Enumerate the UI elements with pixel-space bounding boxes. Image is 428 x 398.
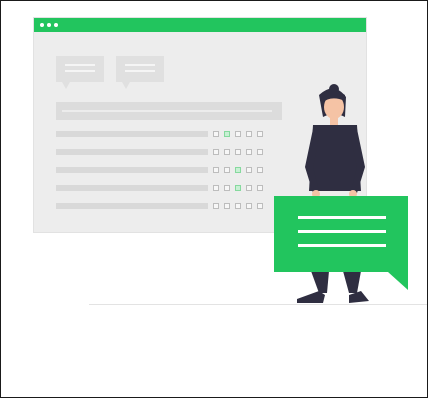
ground-line xyxy=(89,304,427,305)
form-row-line xyxy=(56,185,208,191)
checkbox-icon xyxy=(224,131,230,137)
checkbox-icon xyxy=(235,185,241,191)
checkbox-icon xyxy=(246,203,252,209)
window-dot-icon xyxy=(40,23,44,27)
speech-bubble-icon xyxy=(116,56,164,89)
checkbox-icon xyxy=(235,131,241,137)
checkbox-icon xyxy=(224,149,230,155)
checkbox-icon xyxy=(257,203,263,209)
checkbox-icon xyxy=(213,149,219,155)
checkbox-icon xyxy=(213,131,219,137)
checkbox-icon xyxy=(213,167,219,173)
checkbox-icon xyxy=(257,131,263,137)
checkbox-icon xyxy=(224,203,230,209)
checkbox-icon xyxy=(246,149,252,155)
form-row-line xyxy=(56,203,208,209)
speech-bubble-icon xyxy=(56,56,104,89)
checkbox-icon xyxy=(257,185,263,191)
window-dot-icon xyxy=(54,23,58,27)
checkbox-icon xyxy=(235,167,241,173)
checkbox-icon xyxy=(257,149,263,155)
illustration-frame xyxy=(0,0,428,398)
checkbox-icon xyxy=(213,203,219,209)
browser-title-bar xyxy=(34,18,366,32)
checkbox-icon xyxy=(235,149,241,155)
checkbox-icon xyxy=(257,167,263,173)
checkbox-icon xyxy=(235,203,241,209)
form-row-line xyxy=(56,149,208,155)
chat-card-illustration xyxy=(274,196,408,290)
checkbox-icon xyxy=(224,167,230,173)
text-field-placeholder xyxy=(56,102,282,120)
checkbox-icon xyxy=(224,185,230,191)
checkbox-icon xyxy=(213,185,219,191)
window-dot-icon xyxy=(47,23,51,27)
checkbox-icon xyxy=(246,131,252,137)
form-row-line xyxy=(56,167,208,173)
form-row-line xyxy=(56,131,208,137)
checkbox-icon xyxy=(246,167,252,173)
checkbox-icon xyxy=(246,185,252,191)
